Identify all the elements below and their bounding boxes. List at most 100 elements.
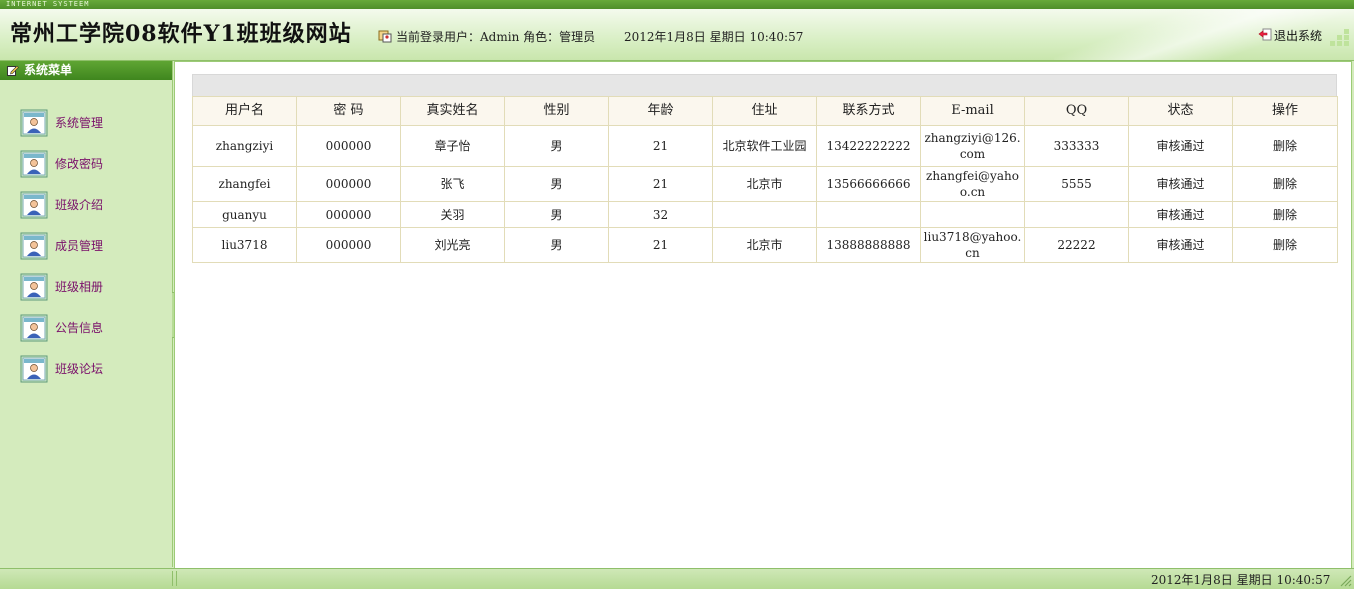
login-info-text: 当前登录用户：Admin 角色：管理员 <box>396 30 596 44</box>
column-header: E-mail <box>920 96 1025 126</box>
cell-username: guanyu <box>192 201 297 228</box>
cell-password: 000000 <box>296 201 401 228</box>
sidebar-item-system-management[interactable]: 系统管理 <box>20 102 172 143</box>
user-card-icon <box>20 232 48 259</box>
header-datetime: 2012年1月8日 星期日 10:40:57 <box>624 30 804 44</box>
cell-real-name: 章子怡 <box>400 125 505 167</box>
cell-password: 000000 <box>296 166 401 202</box>
logout-label: 退出系统 <box>1274 29 1323 43</box>
cell-status: 审核通过 <box>1128 166 1233 202</box>
cell-status: 审核通过 <box>1128 201 1233 228</box>
sidebar-item-label: 公告信息 <box>55 320 104 335</box>
logout-icon <box>1258 28 1272 41</box>
cell-age: 21 <box>608 227 713 263</box>
sidebar-item-announcements[interactable]: 公告信息 <box>20 307 172 348</box>
sidebar: 系统菜单 系统管理 修改密码 班级介绍 成员管理 班级相册 公告信息 班级论坛 <box>0 61 173 567</box>
column-header: 真实姓名 <box>400 96 505 126</box>
cell-phone: 13422222222 <box>816 125 921 167</box>
user-info-icon <box>378 30 392 43</box>
cell-qq: 333333 <box>1024 125 1129 167</box>
column-header: 年龄 <box>608 96 713 126</box>
user-card-icon <box>20 314 48 341</box>
column-header: 状态 <box>1128 96 1233 126</box>
user-card-icon <box>20 109 48 136</box>
cell-real-name: 刘光亮 <box>400 227 505 263</box>
column-header: 性别 <box>504 96 609 126</box>
cell-address: 北京市 <box>712 166 817 202</box>
cell-address: 北京市 <box>712 227 817 263</box>
footer-splitter[interactable] <box>172 571 177 586</box>
cell-username: zhangfei <box>192 166 297 202</box>
cell-password: 000000 <box>296 125 401 167</box>
table-header-row: 用户名 密 码 真实姓名 性别 年龄 住址 联系方式 E-mail QQ 状态 … <box>192 96 1338 126</box>
cell-qq: 22222 <box>1024 227 1129 263</box>
cell-real-name: 关羽 <box>400 201 505 228</box>
table-row: zhangfei 000000 张飞 男 21 北京市 13566666666 … <box>192 166 1338 202</box>
cell-age: 32 <box>608 201 713 228</box>
column-header: QQ <box>1024 96 1129 126</box>
column-header: 用户名 <box>192 96 297 126</box>
table-row: guanyu 000000 关羽 男 32 审核通过 删除 <box>192 201 1338 228</box>
site-title: 常州工学院08软件Y1班班级网站 <box>10 21 352 47</box>
cell-age: 21 <box>608 166 713 202</box>
sidebar-menu: 系统管理 修改密码 班级介绍 成员管理 班级相册 公告信息 班级论坛 <box>0 80 172 389</box>
user-card-icon <box>20 191 48 218</box>
logout-button[interactable]: 退出系统 <box>1258 27 1322 45</box>
user-card-icon <box>20 355 48 382</box>
sidebar-item-class-intro[interactable]: 班级介绍 <box>20 184 172 225</box>
user-card-icon <box>20 273 48 300</box>
cell-email <box>920 201 1025 228</box>
top-strip: INTERNET SYSTEEM <box>0 0 1354 9</box>
header-dots-decoration <box>1330 29 1350 49</box>
cell-email: zhangfei@yahoo.cn <box>920 166 1025 202</box>
delete-link[interactable]: 删除 <box>1232 227 1338 263</box>
login-info: 当前登录用户：Admin 角色：管理员 <box>378 29 595 45</box>
sidebar-item-label: 班级相册 <box>55 279 104 294</box>
cell-age: 21 <box>608 125 713 167</box>
top-strip-text: INTERNET SYSTEEM <box>6 0 90 8</box>
column-header: 联系方式 <box>816 96 921 126</box>
footer: 2012年1月8日 星期日 10:40:57 <box>0 568 1354 589</box>
cell-qq: 5555 <box>1024 166 1129 202</box>
user-table: 用户名 密 码 真实姓名 性别 年龄 住址 联系方式 E-mail QQ 状态 … <box>192 96 1338 263</box>
sidebar-item-change-password[interactable]: 修改密码 <box>20 143 172 184</box>
sidebar-item-label: 班级介绍 <box>55 197 104 212</box>
cell-username: liu3718 <box>192 227 297 263</box>
cell-gender: 男 <box>504 201 609 228</box>
table-row: liu3718 000000 刘光亮 男 21 北京市 13888888888 … <box>192 227 1338 263</box>
resize-grip-icon[interactable] <box>1338 573 1352 587</box>
cell-username: zhangziyi <box>192 125 297 167</box>
cell-email: liu3718@yahoo.cn <box>920 227 1025 263</box>
cell-phone: 13888888888 <box>816 227 921 263</box>
cell-email: zhangziyi@126.com <box>920 125 1025 167</box>
sidebar-item-label: 成员管理 <box>55 238 104 253</box>
delete-link[interactable]: 删除 <box>1232 201 1338 228</box>
delete-link[interactable]: 删除 <box>1232 166 1338 202</box>
sidebar-item-label: 班级论坛 <box>55 361 104 376</box>
sidebar-item-class-forum[interactable]: 班级论坛 <box>20 348 172 389</box>
cell-status: 审核通过 <box>1128 227 1233 263</box>
cell-phone <box>816 201 921 228</box>
cell-address <box>712 201 817 228</box>
cell-gender: 男 <box>504 125 609 167</box>
cell-password: 000000 <box>296 227 401 263</box>
column-header: 操作 <box>1232 96 1338 126</box>
cell-phone: 13566666666 <box>816 166 921 202</box>
column-header: 住址 <box>712 96 817 126</box>
cell-address: 北京软件工业园 <box>712 125 817 167</box>
delete-link[interactable]: 删除 <box>1232 125 1338 167</box>
sidebar-item-member-management[interactable]: 成员管理 <box>20 225 172 266</box>
cell-real-name: 张飞 <box>400 166 505 202</box>
header: 常州工学院08软件Y1班班级网站 当前登录用户：Admin 角色：管理员 201… <box>0 9 1354 61</box>
footer-datetime: 2012年1月8日 星期日 10:40:57 <box>1151 573 1331 587</box>
cell-gender: 男 <box>504 166 609 202</box>
table-row: zhangziyi 000000 章子怡 男 21 北京软件工业园 134222… <box>192 125 1338 167</box>
column-header: 密 码 <box>296 96 401 126</box>
main-content: 用户名 密 码 真实姓名 性别 年龄 住址 联系方式 E-mail QQ 状态 … <box>174 61 1352 569</box>
sidebar-item-class-album[interactable]: 班级相册 <box>20 266 172 307</box>
sidebar-item-label: 修改密码 <box>55 156 104 171</box>
cell-qq <box>1024 201 1129 228</box>
user-card-icon <box>20 150 48 177</box>
cell-gender: 男 <box>504 227 609 263</box>
sidebar-header: 系统菜单 <box>0 61 172 80</box>
